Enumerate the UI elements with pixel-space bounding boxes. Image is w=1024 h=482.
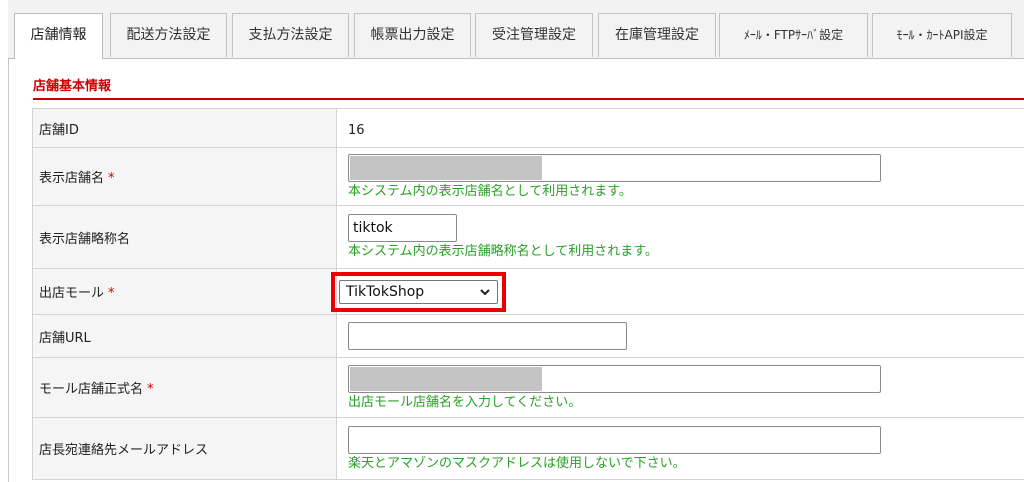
mall-official-name-hint: 出店モール店舗名を入力してください。 xyxy=(348,394,582,410)
form-row-shop-url: 店舗URL xyxy=(32,314,1024,358)
tab-inventory-settings[interactable]: 在庫管理設定 xyxy=(598,13,716,57)
value-mall: TikTokShop xyxy=(331,268,1024,315)
display-name-hint: 本システム内の表示店舗名として利用されます。 xyxy=(348,183,632,199)
value-manager-email: 楽天とアマゾンのマスクアドレスは使用しないで下さい。 xyxy=(336,417,1024,480)
tab-mall-cart-api-settings[interactable]: ﾓｰﾙ・ｶｰﾄAPI設定 xyxy=(872,13,1012,57)
tab-order-management-settings[interactable]: 受注管理設定 xyxy=(475,13,593,57)
value-display-short-name: tiktok 本システム内の表示店舗略称名として利用されます。 xyxy=(336,205,1024,269)
form-row-display-short-name: 表示店舗略称名 tiktok 本システム内の表示店舗略称名として利用されます。 xyxy=(32,205,1024,269)
required-mark: * xyxy=(108,286,115,301)
required-mark: * xyxy=(147,382,154,397)
redacted-block xyxy=(350,366,542,391)
required-mark: * xyxy=(108,171,115,186)
form-row-manager-email: 店長宛連絡先メールアドレス 楽天とアマゾンのマスクアドレスは使用しないで下さい。 xyxy=(32,417,1024,480)
tab-bar: 店舗情報 配送方法設定 支払方法設定 帳票出力設定 受注管理設定 在庫管理設定 … xyxy=(8,0,1024,59)
redacted-block xyxy=(350,155,542,180)
chevron-down-icon xyxy=(479,282,491,309)
value-display-name: 本システム内の表示店舗名として利用されます。 xyxy=(336,147,1024,206)
display-short-name-input[interactable]: tiktok xyxy=(348,214,457,242)
shop-id-value: 16 xyxy=(348,122,365,138)
manager-email-hint: 楽天とアマゾンのマスクアドレスは使用しないで下さい。 xyxy=(348,455,686,471)
mall-select[interactable]: TikTokShop xyxy=(339,279,498,304)
display-short-name-hint: 本システム内の表示店舗略称名として利用されます。 xyxy=(348,244,658,259)
label-mall-official-name: モール店舗正式名 * xyxy=(32,357,337,418)
mall-select-highlight: TikTokShop xyxy=(331,271,506,312)
label-display-short-name: 表示店舗略称名 xyxy=(32,205,337,269)
tab-shipping-settings[interactable]: 配送方法設定 xyxy=(110,13,227,57)
label-shop-url: 店舗URL xyxy=(32,314,337,358)
label-manager-email: 店長宛連絡先メールアドレス xyxy=(32,417,337,480)
form-row-display-name: 表示店舗名 * 本システム内の表示店舗名として利用されます。 xyxy=(32,147,1024,206)
mall-official-name-input[interactable] xyxy=(348,364,881,393)
label-display-name: 表示店舗名 * xyxy=(32,147,337,206)
tab-mail-ftp-settings[interactable]: ﾒｰﾙ・FTPｻｰﾊﾞ設定 xyxy=(719,13,868,57)
value-shop-url xyxy=(336,314,1024,358)
shop-info-form: 店舗ID 16 表示店舗名 * 本システム内の表示店舗名として利用されます。 表示… xyxy=(32,108,1024,480)
shop-url-input[interactable] xyxy=(348,322,627,350)
form-row-mall: 出店モール * TikTokShop xyxy=(32,268,1024,315)
form-row-shop-id: 店舗ID 16 xyxy=(32,108,1024,148)
display-name-input[interactable] xyxy=(348,153,881,182)
value-shop-id: 16 xyxy=(336,108,1024,148)
value-mall-official-name: 出店モール店舗名を入力してください。 xyxy=(336,357,1024,418)
section-divider xyxy=(33,98,1024,100)
tab-form-output-settings[interactable]: 帳票出力設定 xyxy=(354,13,471,57)
tab-shop-info[interactable]: 店舗情報 xyxy=(14,13,103,59)
manager-email-input[interactable] xyxy=(348,425,881,454)
form-row-mall-official-name: モール店舗正式名 * 出店モール店舗名を入力してください。 xyxy=(32,357,1024,418)
label-mall: 出店モール * xyxy=(32,268,337,315)
label-shop-id: 店舗ID xyxy=(32,108,337,148)
mall-select-value: TikTokShop xyxy=(346,283,425,300)
tab-payment-settings[interactable]: 支払方法設定 xyxy=(232,13,349,57)
section-title: 店舗基本情報 xyxy=(33,79,112,94)
